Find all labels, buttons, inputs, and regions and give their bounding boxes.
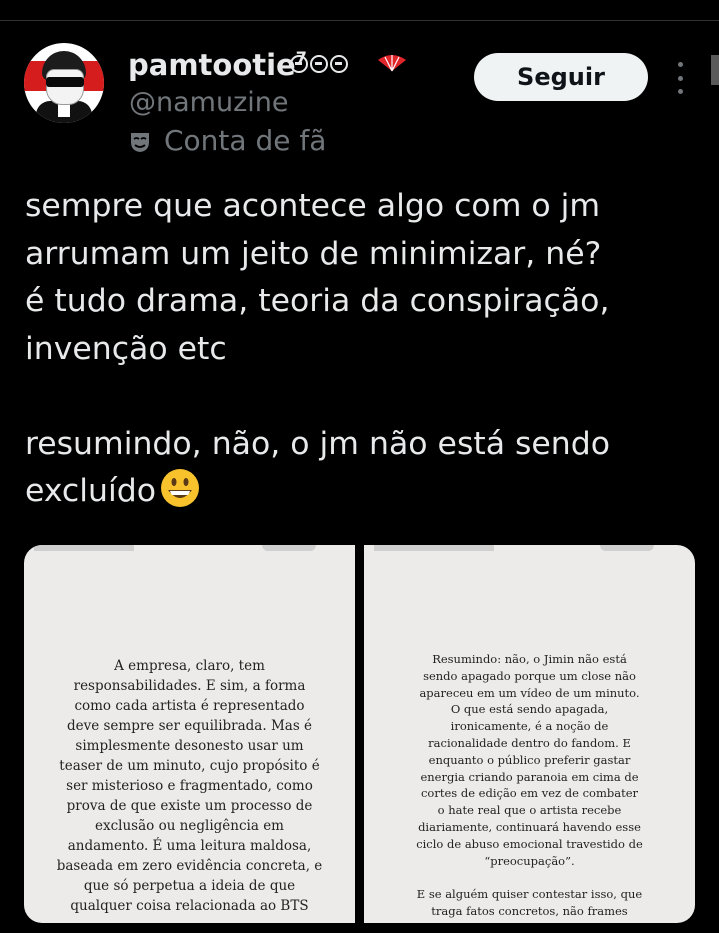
media-image-left[interactable]: A empresa, claro, tem responsabilidades.… (24, 545, 355, 923)
tweet-line-last: excluído (25, 468, 705, 516)
username[interactable]: pamtootie7 (128, 48, 307, 82)
badge-group (290, 55, 348, 73)
tweet-line: arrumam um jeito de minimizar, né? (25, 235, 602, 272)
fan-icon (378, 55, 406, 72)
top-divider (0, 20, 719, 21)
mask-icon (131, 133, 149, 152)
tweet-line: invenção etc (25, 330, 227, 367)
account-label: Conta de fã (164, 124, 327, 157)
scrollbar[interactable] (711, 55, 719, 85)
circle-icon (310, 55, 328, 73)
more-vertical-icon[interactable] (670, 62, 690, 94)
tweet-line: resumindo, não, o jm não está sendo (25, 425, 611, 462)
screenshot-text: Resumindo: não, o Jimin não está sendo a… (416, 652, 643, 918)
grinning-face-emoji (160, 469, 199, 507)
tweet-line: sempre que acontece algo com o jm (25, 188, 601, 224)
tweet-text: sempre que acontece algo com o jm arruma… (25, 183, 705, 516)
screenshot-text: A empresa, claro, tem responsabilidades.… (56, 658, 323, 914)
tweet-line: é tudo drama, teoria da conspiração, (25, 283, 610, 319)
user-handle[interactable]: @namuzine (129, 87, 288, 118)
avatar[interactable] (24, 43, 104, 123)
circle-icon (290, 55, 308, 73)
follow-button[interactable]: Seguir (474, 53, 648, 101)
media-image-right[interactable]: Resumindo: não, o Jimin não está sendo a… (364, 545, 695, 923)
circle-icon (330, 55, 348, 73)
